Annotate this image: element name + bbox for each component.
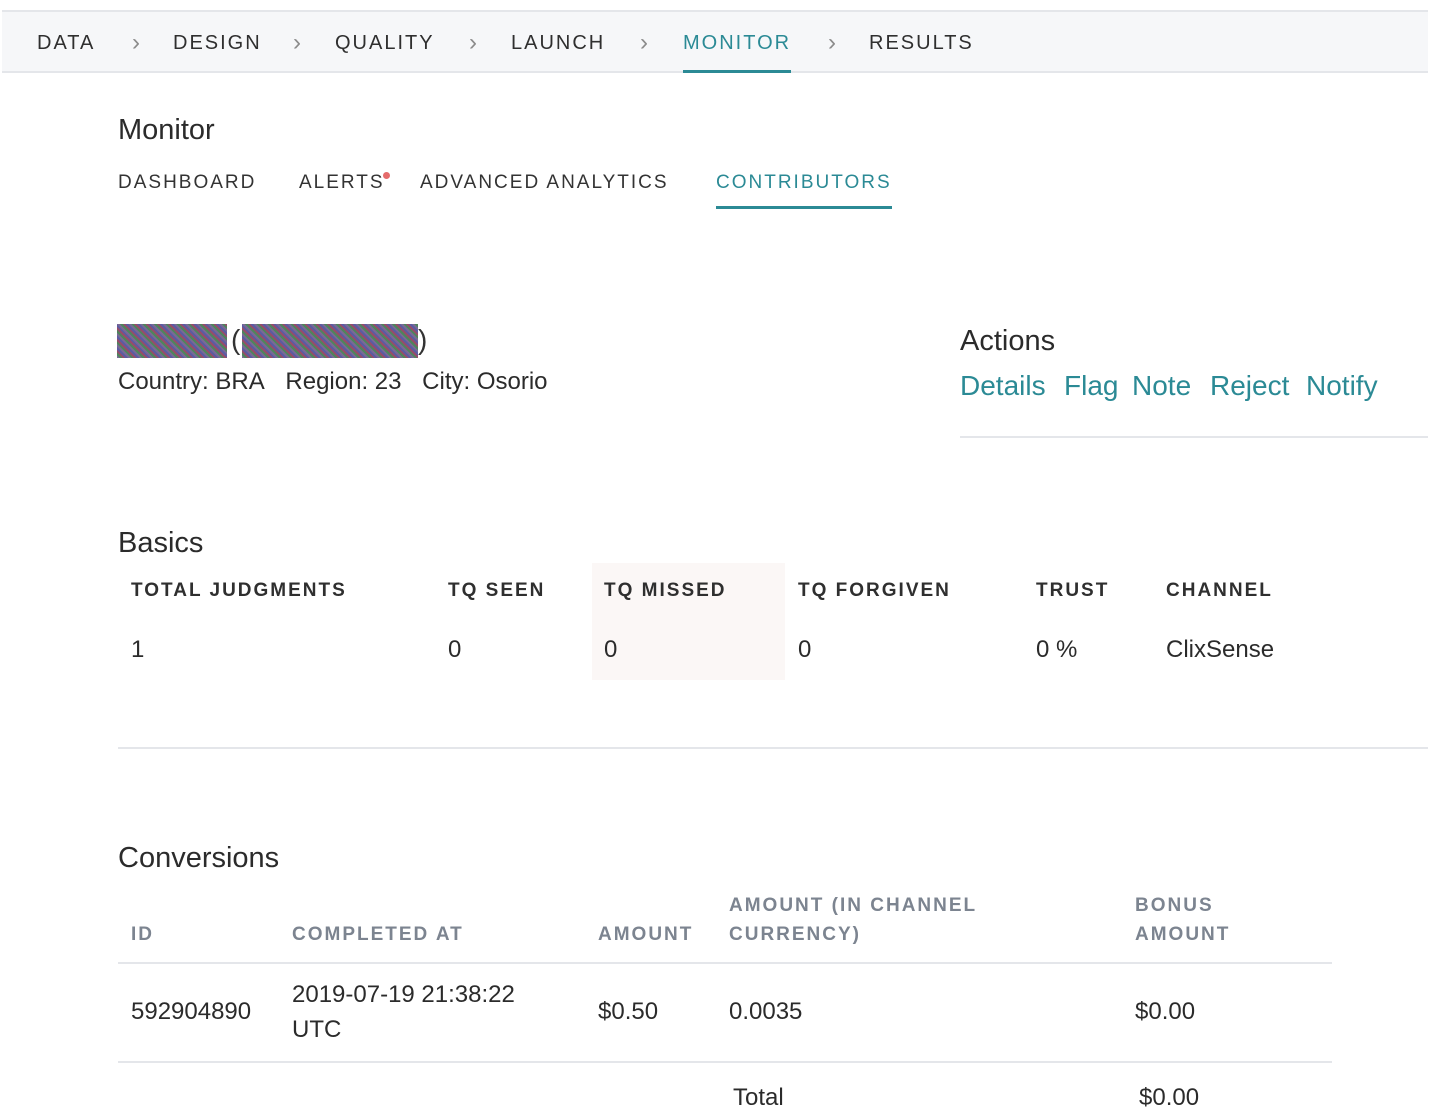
chevron-right-icon: › — [469, 29, 477, 56]
header-id: ID — [131, 924, 154, 945]
close-paren: ) — [418, 324, 428, 355]
header-tq-forgiven: TQ FORGIVEN — [798, 580, 951, 601]
tab-contributors[interactable]: CONTRIBUTORS — [716, 172, 892, 209]
value-total-judgments: 1 — [131, 636, 145, 663]
divider — [960, 436, 1428, 438]
tab-alerts[interactable]: ALERTS — [299, 172, 385, 194]
contributor-location: Country: BRA Region: 23 City: Osorio — [118, 368, 562, 396]
breadcrumb-launch[interactable]: LAUNCH — [511, 32, 605, 55]
cell-id: 592904890 — [131, 998, 252, 1025]
divider — [118, 962, 1332, 964]
header-tq-missed: TQ MISSED — [604, 580, 727, 601]
header-completed-at: COMPLETED AT — [292, 924, 464, 945]
cell-amount-channel: 0.0035 — [729, 998, 803, 1025]
total-label: Total — [733, 1084, 784, 1111]
redacted-contributor-id — [242, 324, 418, 358]
redacted-contributor-name — [117, 324, 227, 358]
value-tq-forgiven: 0 — [798, 636, 812, 663]
chevron-right-icon: › — [640, 29, 648, 56]
cell-completed-at-line1: 2019-07-19 21:38:22 — [292, 981, 515, 1008]
reject-link[interactable]: Reject — [1210, 370, 1289, 402]
tab-dashboard[interactable]: DASHBOARD — [118, 172, 256, 194]
breadcrumb-data[interactable]: DATA — [37, 32, 95, 55]
breadcrumb-quality[interactable]: QUALITY — [335, 32, 435, 55]
header-amount: AMOUNT — [598, 924, 694, 945]
conversions-title: Conversions — [118, 842, 280, 874]
alert-indicator-icon — [383, 172, 390, 179]
basics-title: Basics — [118, 527, 204, 559]
country-label: Country: BRA — [118, 368, 265, 395]
region-label: Region: 23 — [285, 368, 402, 395]
actions-title: Actions — [960, 325, 1056, 357]
cell-completed-at-line2: UTC — [292, 1016, 342, 1043]
value-channel: ClixSense — [1166, 636, 1275, 663]
value-trust: 0 % — [1036, 636, 1078, 663]
header-bonus-line1: BONUS — [1135, 895, 1214, 916]
note-link[interactable]: Note — [1132, 370, 1191, 402]
notify-link[interactable]: Notify — [1306, 370, 1378, 402]
breadcrumb-results[interactable]: RESULTS — [869, 32, 974, 55]
city-label: City: Osorio — [422, 368, 548, 395]
chevron-right-icon: › — [828, 29, 836, 56]
chevron-right-icon: › — [132, 29, 140, 56]
chevron-right-icon: › — [293, 29, 301, 56]
value-tq-seen: 0 — [448, 636, 462, 663]
value-tq-missed: 0 — [604, 636, 618, 663]
cell-amount: $0.50 — [598, 998, 659, 1025]
header-amount-channel-line1: AMOUNT (IN CHANNEL — [729, 895, 978, 916]
total-value: $0.00 — [1139, 1084, 1200, 1111]
header-amount-channel-line2: CURRENCY) — [729, 924, 861, 945]
divider — [118, 1061, 1332, 1063]
cell-bonus: $0.00 — [1135, 998, 1196, 1025]
divider — [118, 747, 1428, 749]
tab-advanced-analytics[interactable]: ADVANCED ANALYTICS — [420, 172, 669, 194]
open-paren: ( — [231, 324, 241, 355]
header-tq-seen: TQ SEEN — [448, 580, 546, 601]
workflow-breadcrumb: DATA › DESIGN › QUALITY › LAUNCH › MONIT… — [2, 10, 1428, 73]
header-bonus-line2: AMOUNT — [1135, 924, 1231, 945]
breadcrumb-design[interactable]: DESIGN — [173, 32, 262, 55]
flag-link[interactable]: Flag — [1064, 370, 1118, 402]
header-trust: TRUST — [1036, 580, 1110, 601]
details-link[interactable]: Details — [960, 370, 1046, 402]
breadcrumb-monitor[interactable]: MONITOR — [683, 32, 792, 73]
page-title: Monitor — [118, 114, 215, 146]
header-total-judgments: TOTAL JUDGMENTS — [131, 580, 347, 601]
header-channel: CHANNEL — [1166, 580, 1273, 601]
